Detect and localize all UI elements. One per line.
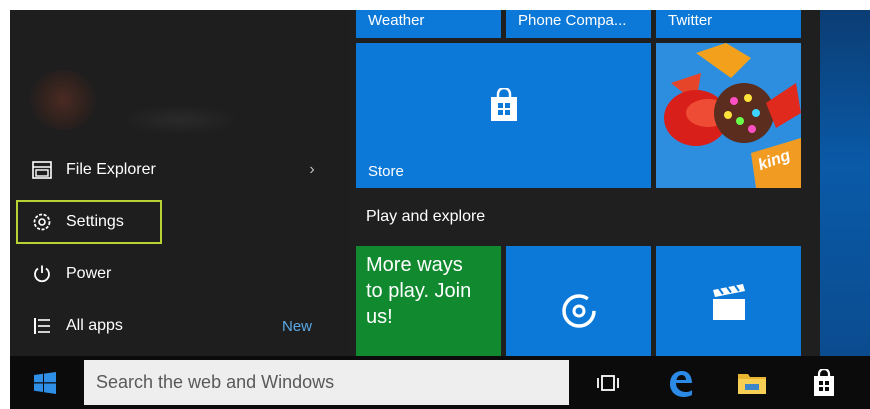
- tile-xbox-text: More ways to play. Join us!: [366, 254, 472, 328]
- edge-button[interactable]: [650, 356, 710, 409]
- tile-weather[interactable]: Weather: [356, 10, 501, 38]
- screen: File Explorer › Settings Power All apps …: [0, 0, 870, 409]
- tile-phone-companion[interactable]: Phone Compa...: [506, 10, 651, 38]
- tile-label: Twitter: [668, 12, 713, 29]
- start-menu: File Explorer › Settings Power All apps …: [10, 10, 820, 356]
- menu-item-label: Power: [66, 265, 112, 282]
- store-icon: [814, 368, 834, 396]
- menu-item-label: All apps: [66, 317, 123, 334]
- menu-item-file-explorer[interactable]: File Explorer ›: [16, 148, 336, 192]
- taskbar: Search the web and Windows: [10, 356, 870, 409]
- menu-item-settings[interactable]: Settings: [16, 200, 336, 244]
- groove-music-icon: [562, 294, 596, 328]
- search-placeholder: Search the web and Windows: [96, 372, 335, 392]
- blurred-background: [120, 105, 240, 135]
- section-title: Play and explore: [366, 208, 486, 225]
- file-explorer-icon: [738, 373, 766, 394]
- tile-label: Phone Compa...: [518, 12, 627, 29]
- power-icon: [30, 262, 54, 286]
- start-button[interactable]: [10, 356, 80, 409]
- edge-icon: [670, 370, 692, 397]
- menu-item-label: File Explorer: [66, 161, 156, 178]
- file-explorer-icon: [30, 158, 54, 182]
- start-menu-left-column: File Explorer › Settings Power All apps …: [10, 10, 350, 356]
- windows-logo-icon: [34, 371, 56, 394]
- tile-store[interactable]: Store: [356, 43, 651, 188]
- user-avatar-blurred: [28, 70, 98, 130]
- store-bag-icon: [491, 88, 517, 121]
- file-explorer-taskbar-button[interactable]: [722, 356, 782, 409]
- new-badge: New: [281, 317, 312, 335]
- task-view-button[interactable]: [578, 356, 638, 409]
- list-icon: [30, 314, 54, 338]
- tile-groove-music[interactable]: [506, 246, 651, 356]
- task-view-icon: [597, 374, 619, 391]
- tile-label: Store: [368, 163, 404, 180]
- tile-twitter[interactable]: Twitter: [656, 10, 801, 38]
- movies-clapper-icon: [713, 284, 745, 320]
- search-box[interactable]: Search the web and Windows: [84, 360, 569, 405]
- tile-xbox[interactable]: More ways to play. Join us!: [356, 246, 501, 356]
- menu-item-power[interactable]: Power: [16, 252, 336, 296]
- menu-item-all-apps[interactable]: All apps New: [16, 304, 336, 348]
- tile-candy-crush[interactable]: king: [656, 43, 801, 188]
- tile-label: Weather: [368, 12, 425, 29]
- tile-movies-tv[interactable]: [656, 246, 801, 356]
- store-taskbar-button[interactable]: [794, 356, 854, 409]
- desktop-background: [820, 10, 870, 356]
- chevron-right-icon[interactable]: ›: [302, 161, 322, 179]
- settings-highlight-box: [16, 200, 162, 244]
